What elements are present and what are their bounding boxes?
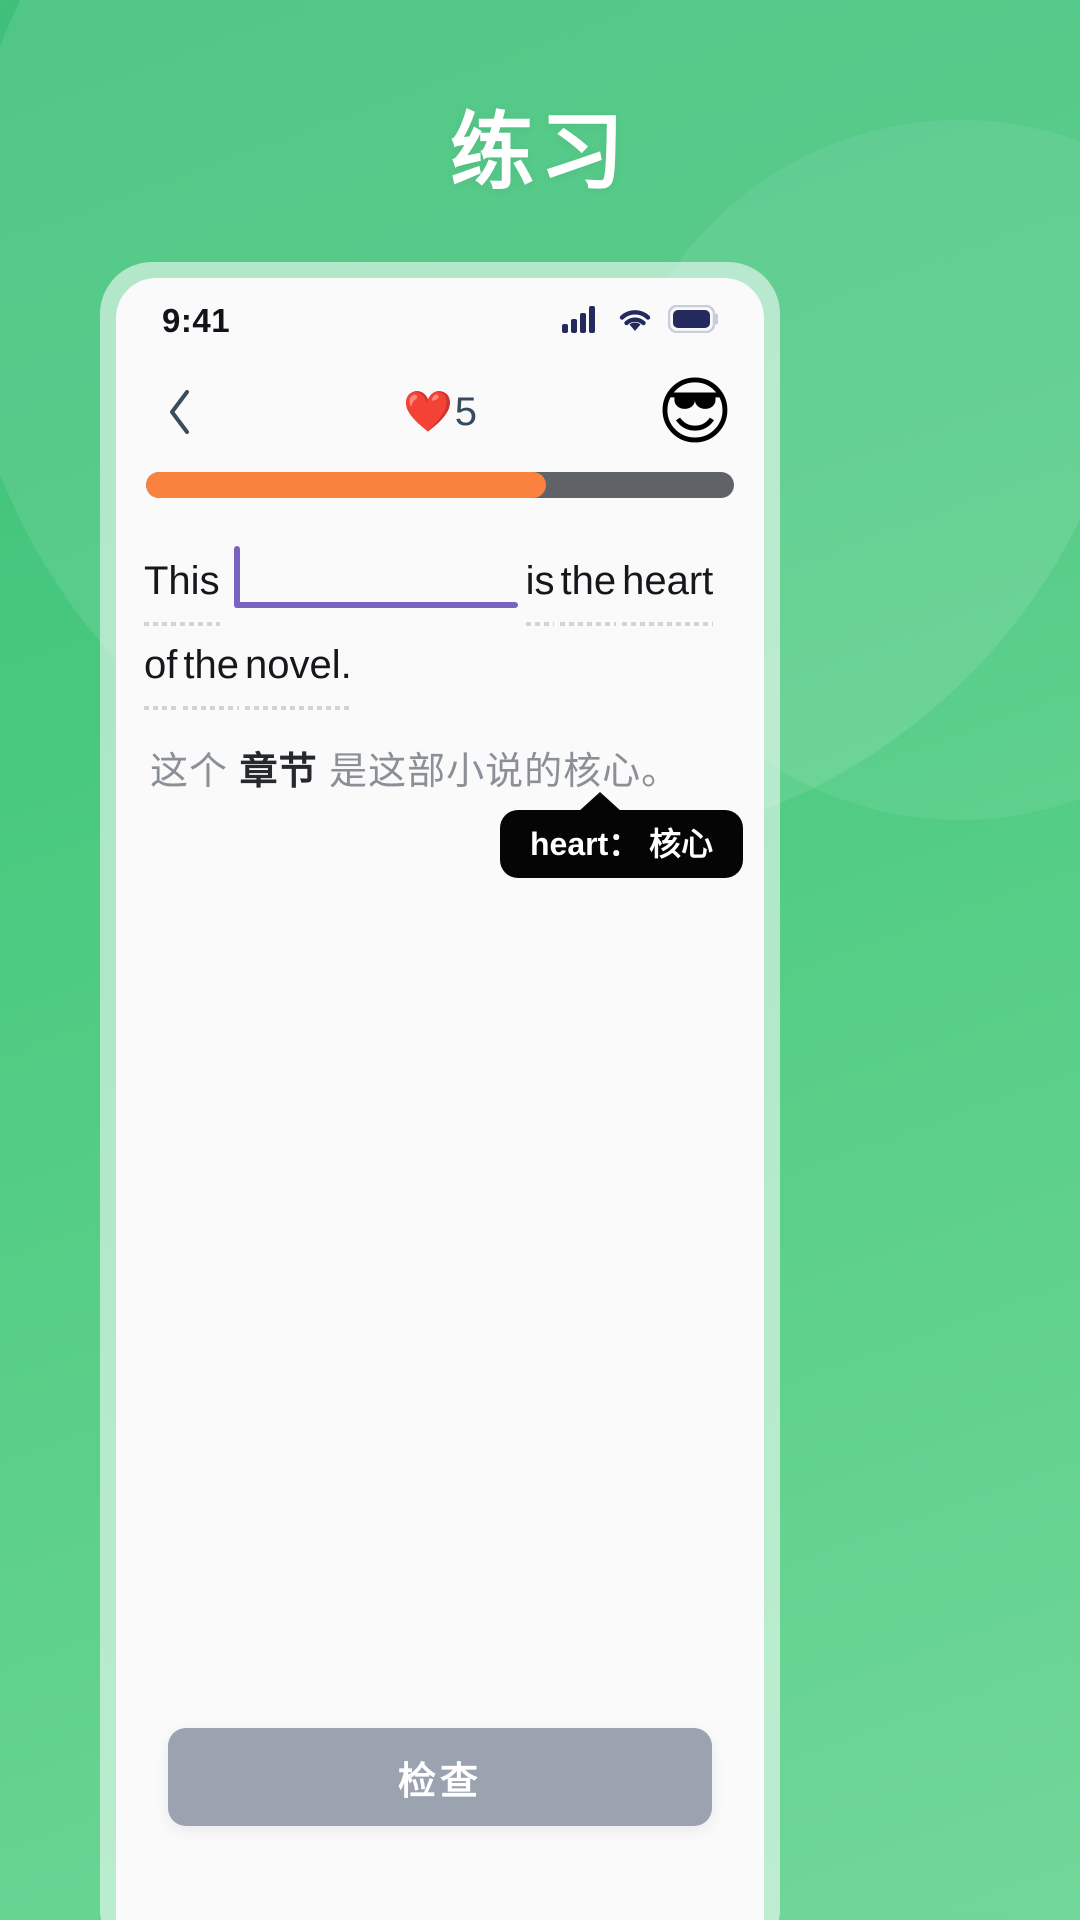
status-icons: [562, 304, 720, 338]
avatar-glyph: 😎: [656, 373, 734, 451]
sentence-word[interactable]: heart: [622, 542, 714, 626]
wifi-icon: [616, 305, 654, 338]
cellular-signal-icon: [562, 305, 602, 338]
translation-prefix: 这个: [150, 751, 240, 793]
avatar[interactable]: 😎: [656, 373, 734, 451]
heart-icon: ❤️: [402, 390, 453, 434]
page-title: 练习: [449, 105, 630, 199]
hearts-count-label: 5: [454, 390, 478, 434]
translation-line: 这个 章节 是这部小说的核心。: [150, 744, 730, 801]
phone-frame: 9:41 ❤️ 5 😎 This is the heartof the nove…: [100, 262, 780, 1920]
status-bar: 9:41: [116, 278, 764, 364]
check-button[interactable]: 检查: [168, 1728, 712, 1826]
battery-icon: [667, 304, 720, 338]
sentence-word[interactable]: of: [144, 626, 178, 710]
sentence-word[interactable]: is: [525, 542, 554, 626]
blank-input-slot[interactable]: [233, 546, 518, 608]
chevron-left-icon: [170, 390, 189, 434]
word-definition-tooltip: heart： 核心: [500, 792, 744, 878]
back-button[interactable]: [150, 382, 210, 442]
text-caret: [233, 546, 240, 608]
tooltip-text: heart： 核心: [530, 826, 714, 862]
blank-underline: [233, 602, 518, 608]
sentence-word[interactable]: the: [183, 626, 239, 710]
translation-highlight: 章节: [239, 751, 318, 793]
sentence-word: This: [144, 542, 220, 626]
progress-bar-track: [146, 472, 734, 498]
sentence-word[interactable]: novel.: [244, 626, 352, 710]
status-time: 9:41: [162, 302, 231, 339]
sentence-word[interactable]: the: [560, 542, 616, 626]
nav-row: ❤️ 5 😎: [116, 364, 764, 460]
exercise-sentence: This is the heartof the novel. heart： 核心: [144, 542, 744, 878]
translation-suffix: 是这部小说的核心。: [317, 751, 681, 793]
progress-bar-fill: [146, 472, 546, 498]
phone-screen: 9:41 ❤️ 5 😎 This is the heartof the nove…: [116, 278, 764, 1920]
